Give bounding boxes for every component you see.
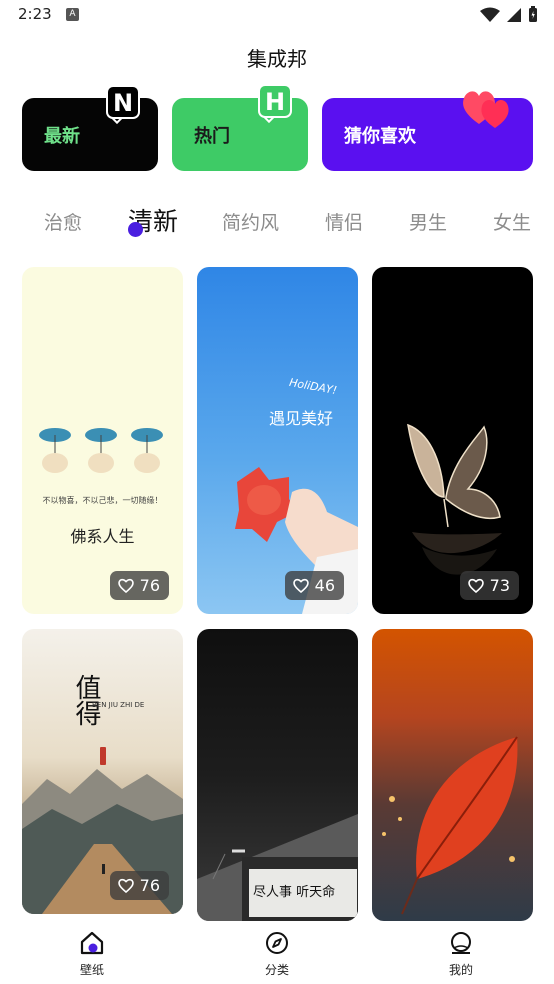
nav-item-mine[interactable]: 我的 <box>421 931 501 978</box>
heart-icon <box>292 578 309 593</box>
badge-letter: N <box>106 85 140 119</box>
like-count: 76 <box>139 876 160 895</box>
status-bar: 2:23 A <box>0 0 554 30</box>
status-time: 2:23 <box>18 5 52 23</box>
wallpaper-caption: 尽人事 听天命 <box>253 885 336 900</box>
seal-stamp <box>100 747 106 765</box>
wallpaper-subtext: 不以物喜，不以己悲，一切随缘！ <box>42 496 163 505</box>
tab-female[interactable]: 女生 <box>493 208 531 235</box>
heart-icon <box>117 578 134 593</box>
wallpaper-caption: 佛系人生 <box>70 527 135 546</box>
wallpaper-tile[interactable]: 尽人事 听天命 <box>197 629 358 921</box>
category-latest-card[interactable]: 最新 N <box>22 85 158 171</box>
nav-item-wallpaper[interactable]: 壁纸 <box>52 931 132 978</box>
like-button[interactable]: 76 <box>109 571 169 600</box>
hearts-icon <box>463 91 509 128</box>
wallpaper-art <box>39 428 163 473</box>
home-icon <box>80 931 104 955</box>
badge-letter: H <box>258 84 292 118</box>
battery-icon <box>529 6 537 22</box>
like-count: 46 <box>314 576 335 595</box>
status-icons <box>480 6 538 23</box>
wallpaper-subtext: BEN JIU ZHI DE <box>92 701 145 709</box>
nav-label: 分类 <box>264 963 289 977</box>
like-button[interactable]: 76 <box>109 871 169 900</box>
heart-icon <box>467 578 484 593</box>
tab-couple[interactable]: 情侣 <box>325 208 363 235</box>
like-button[interactable]: 46 <box>284 571 344 600</box>
category-label: 最新 <box>44 126 80 147</box>
app-title: 集成邦 <box>247 47 307 71</box>
bottom-nav: 壁纸 分类 我的 <box>0 921 554 984</box>
wallpaper-caption: 遇见美好 <box>269 409 334 428</box>
tab-healing[interactable]: 治愈 <box>44 208 82 235</box>
tag-tabs: 治愈 清新 简约风 情侣 男生 女生 <box>0 200 554 244</box>
wallpaper-art <box>382 736 518 915</box>
nav-item-category[interactable]: 分类 <box>237 931 317 978</box>
new-badge-icon: N <box>106 85 140 125</box>
wallpaper-art <box>235 467 358 614</box>
wallpaper-tile[interactable]: 不以物喜，不以己悲，一切随缘！ 佛系人生 76 <box>22 267 183 614</box>
hot-badge-icon: H <box>258 84 292 124</box>
active-tab-indicator <box>128 222 143 237</box>
nav-label: 壁纸 <box>79 963 104 977</box>
wifi-icon <box>480 7 500 22</box>
wallpaper-tile[interactable] <box>372 629 533 921</box>
heart-icon <box>117 878 134 893</box>
wallpaper-caption: 值得 <box>71 674 101 726</box>
wallpaper-tile[interactable]: HoliDAY! 遇见美好 46 <box>197 267 358 614</box>
category-guess-card[interactable]: 猜你喜欢 <box>322 91 533 171</box>
category-hot-card[interactable]: 热门 H <box>172 84 308 171</box>
tab-male[interactable]: 男生 <box>409 208 447 235</box>
like-button[interactable]: 73 <box>459 571 519 600</box>
tab-minimal[interactable]: 简约风 <box>222 208 279 235</box>
wallpaper-art <box>197 814 358 921</box>
category-label: 猜你喜欢 <box>344 126 416 147</box>
wallpaper-tile[interactable]: 73 <box>372 267 533 614</box>
compass-icon <box>266 932 288 954</box>
notification-icon: A <box>66 8 79 21</box>
like-count: 73 <box>489 576 510 595</box>
wallpaper-tile[interactable]: 值得 BEN JIU ZHI DE 76 <box>22 629 183 914</box>
signal-icon <box>507 7 521 22</box>
like-count: 76 <box>139 576 160 595</box>
profile-icon <box>451 932 471 954</box>
wallpaper-art <box>407 423 502 575</box>
nav-label: 我的 <box>448 963 473 977</box>
category-label: 热门 <box>194 126 230 147</box>
